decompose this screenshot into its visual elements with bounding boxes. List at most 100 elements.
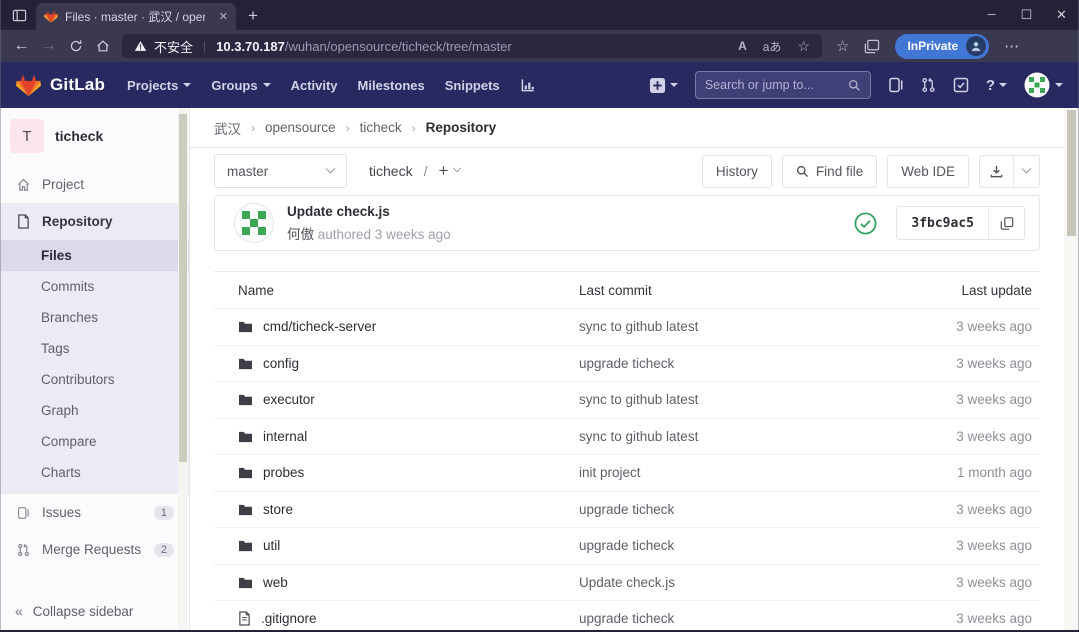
nav-item-projects[interactable]: Projects [127, 78, 191, 93]
issues-nav-icon[interactable] [888, 77, 904, 93]
commit-author-link[interactable]: 何傲 [287, 227, 314, 242]
file-name-link[interactable]: executor [263, 392, 315, 407]
tab-actions-button[interactable] [4, 0, 34, 30]
sidebar-scrollbar[interactable] [178, 108, 188, 632]
sidebar-item-repository[interactable]: Repository [0, 203, 189, 240]
find-file-button[interactable]: Find file [782, 155, 877, 188]
table-row[interactable]: util upgrade ticheck 3 weeks ago [214, 528, 1040, 565]
address-bar[interactable]: 不安全 | 10.3.70.187/wuhan/opensource/tiche… [122, 34, 822, 58]
todos-nav-icon[interactable] [953, 77, 969, 93]
sidebar-item-graph[interactable]: Graph [0, 395, 189, 426]
commit-message-link[interactable]: upgrade ticheck [579, 502, 888, 517]
nav-item-snippets[interactable]: Snippets [445, 78, 500, 93]
browser-tab[interactable]: Files · master · 武汉 / opensourc ✕ [36, 3, 236, 30]
security-indicator[interactable]: 不安全 [134, 37, 193, 56]
last-commit-panel: Update check.js 何傲 authored 3 weeks ago … [214, 195, 1040, 251]
sidebar-item-project[interactable]: Project [0, 166, 189, 203]
gitlab-brand[interactable]: GitLab [16, 73, 105, 97]
translate-icon[interactable]: aあ [763, 38, 782, 55]
commit-message-link[interactable]: Update check.js [579, 575, 888, 590]
download-button[interactable] [980, 156, 1013, 187]
chart-nav-icon[interactable] [520, 78, 536, 93]
new-menu-button[interactable] [649, 77, 678, 94]
table-row[interactable]: web Update check.js 3 weeks ago [214, 565, 1040, 602]
sidebar-item-tags[interactable]: Tags [0, 333, 189, 364]
merge-requests-nav-icon[interactable] [921, 77, 936, 93]
read-aloud-icon[interactable]: A [738, 39, 747, 53]
favorite-star-icon[interactable]: ☆ [797, 38, 810, 55]
home-button[interactable] [89, 33, 116, 60]
table-row[interactable]: .gitignore upgrade ticheck 3 weeks ago [214, 601, 1040, 632]
file-name-link[interactable]: web [263, 575, 288, 590]
favorites-bar-icon[interactable]: ☆ [836, 37, 849, 55]
web-ide-button[interactable]: Web IDE [887, 155, 969, 188]
back-button[interactable]: ← [8, 33, 35, 60]
table-row[interactable]: internal sync to github latest 3 weeks a… [214, 419, 1040, 456]
commit-message-link[interactable]: sync to github latest [579, 319, 888, 334]
path-root[interactable]: ticheck [369, 163, 413, 179]
tab-close-button[interactable]: ✕ [219, 10, 228, 23]
file-name-link[interactable]: store [263, 502, 293, 517]
user-menu-button[interactable] [1024, 72, 1063, 98]
commit-author-avatar [234, 203, 274, 243]
inprivate-badge[interactable]: InPrivate [895, 34, 989, 59]
table-row[interactable]: probes init project 1 month ago [214, 455, 1040, 492]
download-options-button[interactable] [1013, 156, 1039, 187]
file-name-link[interactable]: config [263, 356, 299, 371]
sidebar-item-commits[interactable]: Commits [0, 271, 189, 302]
commit-message-link[interactable]: upgrade ticheck [579, 356, 888, 371]
table-row[interactable]: config upgrade ticheck 3 weeks ago [214, 346, 1040, 383]
commit-title-link[interactable]: Update check.js [287, 204, 451, 219]
sidebar-item-compare[interactable]: Compare [0, 426, 189, 457]
new-tab-button[interactable]: + [248, 7, 258, 24]
sidebar-item-files[interactable]: Files [0, 240, 189, 271]
branch-selector[interactable]: master [214, 154, 347, 188]
history-button[interactable]: History [702, 155, 772, 188]
maximize-button[interactable]: ☐ [1009, 0, 1044, 30]
sidebar-item-contributors[interactable]: Contributors [0, 364, 189, 395]
nav-item-activity[interactable]: Activity [291, 78, 338, 93]
commit-message-link[interactable]: upgrade ticheck [579, 611, 888, 626]
collapse-sidebar-button[interactable]: « Collapse sidebar [0, 590, 188, 632]
file-name-link[interactable]: internal [263, 429, 307, 444]
minimize-button[interactable]: ─ [974, 0, 1009, 30]
table-row[interactable]: cmd/ticheck-server sync to github latest… [214, 309, 1040, 346]
breadcrumb-group[interactable]: 武汉 [214, 118, 241, 138]
commit-message-link[interactable]: init project [579, 465, 888, 480]
sidebar-item-branches[interactable]: Branches [0, 302, 189, 333]
pipeline-success-icon[interactable] [854, 212, 877, 235]
file-name-link[interactable]: util [263, 538, 280, 553]
sidebar-item-merge-requests[interactable]: Merge Requests 2 [0, 531, 189, 568]
breadcrumb-project[interactable]: ticheck [360, 120, 402, 135]
settings-menu-icon[interactable]: ⋯ [1004, 37, 1019, 55]
sidebar-item-issues[interactable]: Issues 1 [0, 494, 189, 531]
commit-message-link[interactable]: upgrade ticheck [579, 538, 888, 553]
page-scrollbar[interactable] [1064, 108, 1079, 632]
sidebar-scrollbar-thumb[interactable] [179, 114, 187, 462]
breadcrumb-current: Repository [426, 120, 497, 135]
nav-item-milestones[interactable]: Milestones [358, 78, 425, 93]
forward-button[interactable]: → [35, 33, 62, 60]
project-context[interactable]: T ticheck [0, 108, 189, 166]
file-name-link[interactable]: .gitignore [261, 611, 317, 626]
collections-icon[interactable] [864, 39, 880, 54]
close-button[interactable]: ✕ [1044, 0, 1079, 30]
nav-item-groups[interactable]: Groups [211, 78, 270, 93]
table-row[interactable]: store upgrade ticheck 3 weeks ago [214, 492, 1040, 529]
sidebar-item-charts[interactable]: Charts [0, 457, 189, 488]
caret-down-icon [999, 83, 1007, 87]
add-file-button[interactable]: + [438, 161, 460, 181]
help-menu-button[interactable]: ? [986, 77, 1007, 94]
global-search[interactable] [695, 71, 871, 99]
refresh-button[interactable] [62, 33, 89, 60]
table-row[interactable]: executor sync to github latest 3 weeks a… [214, 382, 1040, 419]
commit-message-link[interactable]: sync to github latest [579, 429, 888, 444]
search-input[interactable] [705, 78, 848, 92]
page-scrollbar-thumb[interactable] [1067, 110, 1076, 236]
breadcrumb-subgroup[interactable]: opensource [265, 120, 336, 135]
file-name-link[interactable]: probes [263, 465, 304, 480]
copy-sha-button[interactable] [988, 207, 1024, 239]
file-name-link[interactable]: cmd/ticheck-server [263, 319, 376, 334]
commit-message-link[interactable]: sync to github latest [579, 392, 888, 407]
breadcrumb-separator: › [251, 121, 255, 135]
